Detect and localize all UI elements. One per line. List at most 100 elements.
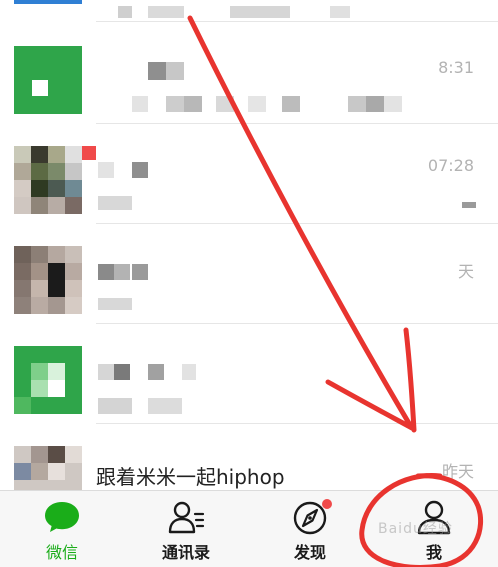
avatar-mosaic [48, 380, 65, 397]
unread-badge [82, 146, 96, 160]
wechat-chat-list-screen: 8:31 07:28 天 跟着米米一起hiphop 昨天 微信 通讯录 发现 我… [0, 0, 498, 567]
blurred-message [216, 96, 234, 112]
tab-label: 微信 [45, 543, 78, 562]
tab-chats[interactable]: 微信 [0, 491, 124, 567]
tab-contacts[interactable]: 通讯录 [124, 491, 248, 567]
chat-avatar [14, 46, 82, 114]
avatar-mosaic [31, 246, 48, 263]
avatar-mosaic [31, 197, 48, 214]
avatar-mosaic [14, 163, 31, 180]
avatar-mosaic [31, 380, 48, 397]
avatar-mosaic [48, 263, 65, 297]
avatar-mosaic [65, 180, 82, 197]
blurred-name [114, 364, 130, 380]
avatar-mosaic [31, 180, 48, 197]
blurred-name [166, 62, 184, 80]
avatar-mosaic [14, 263, 31, 280]
chat-time: 昨天 [441, 462, 474, 481]
chat-row[interactable] [0, 0, 498, 22]
blurred-name [148, 364, 164, 380]
blurred-message [366, 96, 384, 112]
avatar-mosaic [14, 397, 31, 414]
blurred-text [148, 6, 184, 18]
avatar-mosaic [14, 463, 31, 480]
chat-avatar [14, 0, 82, 4]
avatar-mosaic [14, 246, 31, 263]
chat-row[interactable] [0, 324, 498, 424]
avatar-mosaic [14, 297, 31, 314]
avatar-mosaic [65, 246, 82, 263]
blurred-name [148, 62, 166, 80]
avatar-mosaic [48, 363, 65, 380]
blurred-name [132, 264, 148, 280]
tab-label: 通讯录 [161, 543, 210, 562]
avatar-mosaic [65, 280, 82, 297]
avatar-mosaic [31, 163, 48, 180]
avatar-mosaic [65, 163, 82, 180]
avatar-mosaic [31, 297, 48, 314]
avatar-mosaic [14, 197, 31, 214]
avatar-mosaic [32, 80, 48, 96]
chat-avatar [14, 246, 82, 314]
avatar-mosaic [48, 297, 65, 314]
avatar-mosaic [48, 180, 65, 197]
chat-time: 8:31 [438, 58, 474, 77]
avatar-mosaic [14, 146, 31, 163]
blurred-message [384, 96, 402, 112]
chat-row[interactable]: 天 [0, 224, 498, 324]
blurred-text [230, 6, 290, 18]
chat-time: 07:28 [427, 156, 474, 175]
new-content-dot [322, 499, 332, 509]
avatar-mosaic [48, 146, 65, 163]
blurred-text [118, 6, 132, 18]
blurred-message [248, 96, 266, 112]
avatar-mosaic [31, 446, 48, 463]
blurred-status [462, 202, 476, 208]
blurred-message [348, 96, 366, 112]
blurred-message [98, 398, 132, 414]
blurred-name [114, 264, 130, 280]
chat-message-preview: 跟着米米一起hiphop [96, 465, 285, 489]
avatar-mosaic [48, 246, 65, 263]
blurred-name [98, 162, 114, 178]
avatar-mosaic [31, 263, 48, 280]
blurred-name [132, 162, 148, 178]
blurred-name [182, 364, 196, 380]
avatar-mosaic [65, 197, 82, 214]
chat-avatar [14, 346, 82, 414]
avatar-mosaic [48, 163, 65, 180]
avatar-mosaic [65, 446, 82, 463]
blurred-message [148, 398, 182, 414]
avatar-mosaic [14, 180, 31, 197]
blurred-message [184, 96, 202, 112]
chat-row[interactable]: 07:28 [0, 124, 498, 224]
avatar-mosaic [48, 197, 65, 214]
avatar-mosaic [31, 280, 48, 297]
tab-label: 我 [425, 543, 442, 562]
watermark: Baidu经验 [378, 521, 453, 537]
avatar-mosaic [14, 280, 31, 297]
blurred-message [132, 96, 148, 112]
avatar-mosaic [48, 463, 65, 480]
avatar-mosaic [31, 146, 48, 163]
chat-time: 天 [457, 262, 474, 281]
blurred-name [98, 364, 114, 380]
avatar-mosaic [65, 263, 82, 280]
avatar-mosaic [31, 463, 48, 480]
blurred-message [98, 196, 132, 210]
blurred-text [330, 6, 350, 18]
tab-label: 发现 [293, 543, 326, 562]
contacts-icon [168, 501, 205, 534]
avatar-mosaic [65, 146, 82, 163]
avatar-mosaic [48, 446, 65, 463]
blurred-message [98, 298, 132, 310]
chat-bubble-icon [45, 502, 79, 532]
chat-avatar [14, 146, 82, 214]
chat-row[interactable]: 8:31 [0, 24, 498, 124]
tab-discover[interactable]: 发现 [248, 491, 372, 567]
avatar-mosaic [65, 297, 82, 314]
row-divider [96, 21, 498, 22]
blurred-name [98, 264, 114, 280]
avatar-mosaic [31, 363, 48, 380]
blurred-message [282, 96, 300, 112]
